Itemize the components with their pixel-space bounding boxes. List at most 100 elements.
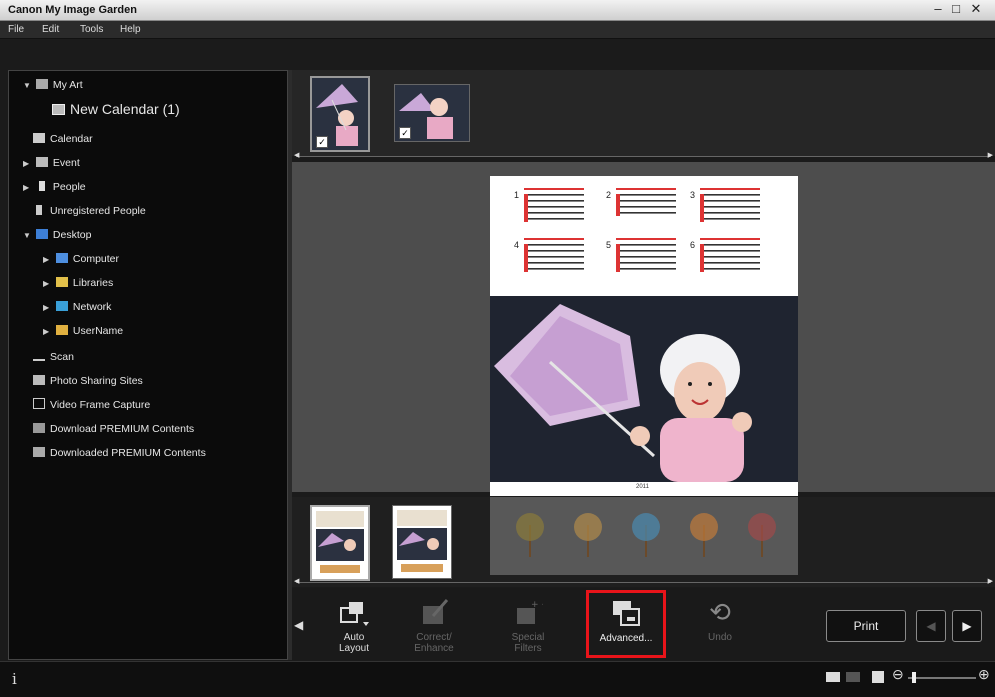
folder-icon [33,447,45,457]
person-icon [38,181,45,191]
correct-enhance-button[interactable]: Correct/ Enhance [404,594,464,658]
month-grids [524,188,760,272]
auto-layout-button[interactable]: Auto Layout [324,594,384,658]
scroll-left-icon[interactable]: ◀ [294,577,299,585]
scan-icon [33,351,45,361]
scroll-left-icon[interactable]: ◀ [294,151,299,159]
photo-sharing-icon [33,375,45,385]
chevron-right-icon[interactable]: ▶ [43,324,53,340]
arrow-left-icon: ◀ [926,619,936,633]
sidebar-item-calendar[interactable]: Calendar [33,131,93,147]
background-trees-panel[interactable] [490,497,798,575]
checkbox-icon[interactable]: ✓ [399,127,411,139]
app-window: Canon My Image Garden – □ ✕ File Edit To… [0,0,995,697]
info-icon[interactable]: i [12,670,17,688]
calendar-months: 1 2 3 4 5 6 [490,176,798,294]
layout-preview-image [316,511,364,573]
arrow-right-icon: ▶ [962,619,972,633]
undo-icon: ⟲ [709,597,731,627]
auto-layout-icon [340,602,369,626]
menu-bar: File Edit Tools Help [0,21,995,39]
chevron-right-icon[interactable]: ▶ [43,300,53,316]
title-bar: Canon My Image Garden – □ ✕ [0,0,995,21]
correct-enhance-label: Correct/ Enhance [414,632,454,654]
sidebar-item-downloaded-premium[interactable]: Downloaded PREMIUM Contents [33,445,206,461]
bottom-toolbar: ◀ Auto Layout Correct/ Enhance + + Speci… [292,588,995,660]
sidebar-item-computer[interactable]: ▶ Computer [43,251,119,267]
zoom-out-icon[interactable]: ⊖ [892,666,904,683]
status-bar: i ⊖ ⊕ [0,661,995,697]
correct-enhance-icon [423,599,449,624]
scroll-right-icon[interactable]: ▶ [988,151,993,159]
image-strip-scrollbar[interactable]: ◀ ▶ [294,152,993,161]
unregistered-person-icon [36,205,42,215]
scroll-right-icon[interactable]: ▶ [988,577,993,585]
zoom-slider[interactable] [908,672,976,683]
auto-layout-label: Auto Layout [338,632,370,654]
calendar-photo[interactable] [490,296,798,482]
layout-thumbnail[interactable] [392,505,452,579]
sidebar-item-new-calendar[interactable]: New Calendar (1) [52,101,180,117]
tree-backgrounds-image [516,513,776,557]
fit-view-icon[interactable] [872,671,884,683]
sidebar-item-network[interactable]: ▶ Network [43,299,111,315]
sidebar-item-people[interactable]: ▶ People [23,179,86,195]
libraries-icon [55,277,68,287]
video-capture-icon [33,398,45,409]
previous-button[interactable]: ◀ [916,610,946,642]
sidebar-item-video-frame-capture[interactable]: Video Frame Capture [33,397,150,413]
chevron-down-icon[interactable]: ▼ [23,78,33,94]
sidebar-item-unregistered-people[interactable]: Unregistered People [33,203,146,219]
paintbrush-icon [35,79,48,89]
next-button[interactable]: ▶ [952,610,982,642]
sidebar-item-download-premium[interactable]: Download PREMIUM Contents [33,421,194,437]
chevron-right-icon[interactable]: ▶ [23,180,33,196]
calendar-project-icon [52,104,65,115]
image-thumbnail[interactable]: ✓ [394,84,470,142]
sidebar-item-scan[interactable]: Scan [33,349,74,365]
svg-text:+ +: + + [531,600,543,610]
sidebar-item-event[interactable]: ▶ Event [23,155,80,171]
maximize-icon[interactable]: □ [948,1,964,16]
network-icon [55,301,68,311]
menu-file[interactable]: File [8,24,24,35]
chevron-right-icon[interactable]: ▶ [43,252,53,268]
advanced-button[interactable]: Advanced... [586,590,666,658]
event-icon [35,157,48,167]
page-view-icon[interactable] [826,672,840,682]
minimize-icon[interactable]: – [930,1,946,16]
sidebar-item-my-art[interactable]: ▼ My Art [23,77,83,93]
sidebar-item-libraries[interactable]: ▶ Libraries [43,275,113,291]
image-thumbnail[interactable]: ✓ [310,76,370,152]
sidebar-item-desktop[interactable]: ▼ Desktop [23,227,91,243]
zoom-in-icon[interactable]: ⊕ [978,666,990,683]
menu-edit[interactable]: Edit [42,24,59,35]
layout-thumbnail[interactable] [310,505,370,581]
window-title: Canon My Image Garden [8,4,137,16]
toolbar-collapse-icon[interactable]: ◀ [294,618,303,632]
zoom-slider-handle[interactable] [912,672,916,683]
advanced-label: Advanced... [599,633,653,644]
chevron-right-icon[interactable]: ▶ [43,276,53,292]
undo-button[interactable]: ⟲ Undo [690,594,750,658]
menu-tools[interactable]: Tools [80,24,103,35]
calendar-page[interactable]: 1 2 3 4 5 6 2011 [490,176,798,496]
undo-label: Undo [708,632,732,643]
grid-view-icon[interactable] [846,672,860,682]
menu-help[interactable]: Help [120,24,141,35]
special-filters-button[interactable]: + + Special Filters [498,594,558,658]
close-icon[interactable]: ✕ [968,1,984,17]
sidebar-item-username[interactable]: ▶ UserName [43,323,123,339]
calendar-year: 2011 [636,484,649,490]
checkbox-icon[interactable]: ✓ [316,136,328,148]
chevron-right-icon[interactable]: ▶ [23,156,33,172]
download-icon [33,423,45,433]
chevron-down-icon[interactable]: ▼ [23,228,33,244]
sidebar-item-photo-sharing-sites[interactable]: Photo Sharing Sites [33,373,143,389]
advanced-icon [613,601,640,626]
print-button[interactable]: Print [826,610,906,642]
layout-strip-scrollbar[interactable]: ◀ ▶ [294,578,993,587]
sidebar-tree: ▼ My Art New Calendar (1) Calendar ▶ Eve… [8,70,288,660]
edit-canvas: 1 2 3 4 5 6 2011 [292,162,995,496]
user-folder-icon [55,325,68,335]
